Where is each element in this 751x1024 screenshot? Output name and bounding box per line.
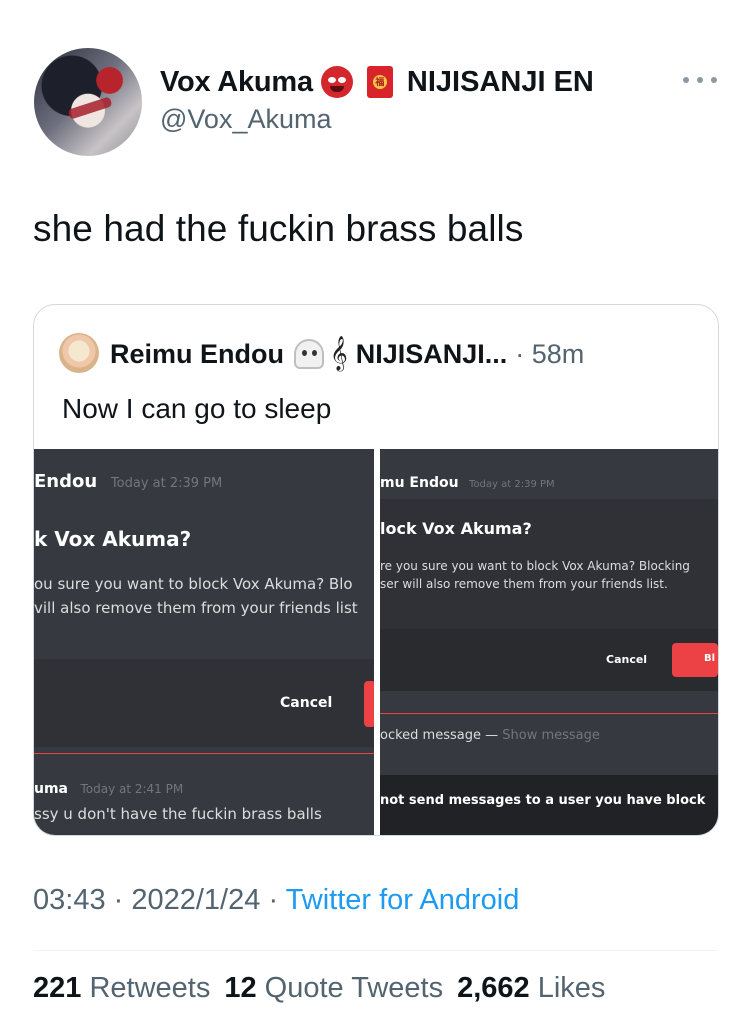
block-button: Bl: [672, 643, 718, 677]
dialog-body-line1: ou sure you want to block Vox Akuma? Blo: [34, 575, 353, 593]
treble-clef-emoji-icon: 𝄞: [330, 336, 348, 371]
blocked-banner-text: not send messages to a user you have blo…: [380, 793, 706, 808]
cancel-button: Cancel: [280, 695, 333, 711]
retweets-stat[interactable]: 221 Retweets: [33, 972, 210, 1005]
message-time: Today at 2:41 PM: [80, 782, 184, 796]
quoted-timestamp: · 58m: [515, 338, 585, 369]
block-button: [364, 681, 374, 727]
dialog-title: lock Vox Akuma?: [380, 519, 532, 538]
quoted-author-name: Reimu Endou: [110, 338, 284, 369]
attached-image-right[interactable]: mu Endou Today at 2:39 PM lock Vox Akuma…: [380, 449, 718, 835]
message-time: Today at 2:39 PM: [469, 479, 555, 490]
red-envelope-emoji-icon: 福: [366, 66, 393, 98]
new-message-divider: [380, 713, 718, 714]
message-author: mu Endou: [380, 475, 459, 491]
attached-image-left[interactable]: Endou Today at 2:39 PM k Vox Akuma? ou s…: [34, 449, 374, 835]
quoted-header: Reimu Endou 𝄞 NIJISANJI... · 58m: [110, 335, 584, 373]
dialog-body-line2: vill also remove them from your friends …: [34, 599, 358, 617]
quoted-affiliation: NIJISANJI...: [355, 338, 508, 369]
message-text: ssy u don't have the fuckin brass balls: [34, 805, 322, 823]
message-time: Today at 2:39 PM: [110, 476, 223, 491]
blocked-message-label: ocked message —: [380, 728, 499, 743]
likes-stat[interactable]: 2,662 Likes: [457, 972, 605, 1005]
tweet-meta: 03:43 · 2022/1/24 · Twitter for Android: [33, 884, 520, 916]
block-button-label: Bl: [704, 653, 716, 664]
tweet-source-link[interactable]: Twitter for Android: [286, 884, 520, 916]
message-author: Endou: [34, 471, 98, 492]
dialog-title: k Vox Akuma?: [34, 527, 192, 551]
message-author: uma: [34, 781, 69, 797]
dialog-body-line2: ser will also remove them from your frie…: [380, 577, 668, 591]
quoted-text: Now I can go to sleep: [62, 393, 332, 424]
tweet-time[interactable]: 03:43: [33, 884, 106, 916]
author-affiliation: NIJISANJI EN: [406, 65, 594, 98]
quoted-author-avatar: [59, 333, 99, 373]
dialog-body-line1: re you sure you want to block Vox Akuma?…: [380, 559, 690, 573]
divider: [33, 950, 718, 951]
author-name-row: Vox Akuma 福 NIJISANJI EN: [160, 64, 594, 100]
ogre-emoji-icon: [320, 66, 353, 98]
cancel-button: Cancel: [606, 653, 648, 666]
author-handle[interactable]: @Vox_Akuma: [160, 104, 332, 135]
new-message-divider: [34, 753, 374, 754]
author-avatar[interactable]: [34, 48, 142, 156]
dialog-footer: [380, 629, 718, 691]
show-message-link: Show message: [502, 728, 600, 743]
tweet-text: she had the fuckin brass balls: [33, 208, 524, 249]
author-display-name[interactable]: Vox Akuma: [160, 66, 313, 99]
quoted-tweet-card[interactable]: Reimu Endou 𝄞 NIJISANJI... · 58m Now I c…: [33, 304, 719, 836]
quote-tweets-stat[interactable]: 12 Quote Tweets: [224, 972, 443, 1005]
tweet-date[interactable]: 2022/1/24: [131, 884, 260, 916]
tweet-stats: 221 Retweets 12 Quote Tweets 2,662 Likes: [33, 972, 605, 1005]
more-options-icon[interactable]: [683, 70, 717, 90]
ghost-emoji-icon: [294, 339, 324, 369]
